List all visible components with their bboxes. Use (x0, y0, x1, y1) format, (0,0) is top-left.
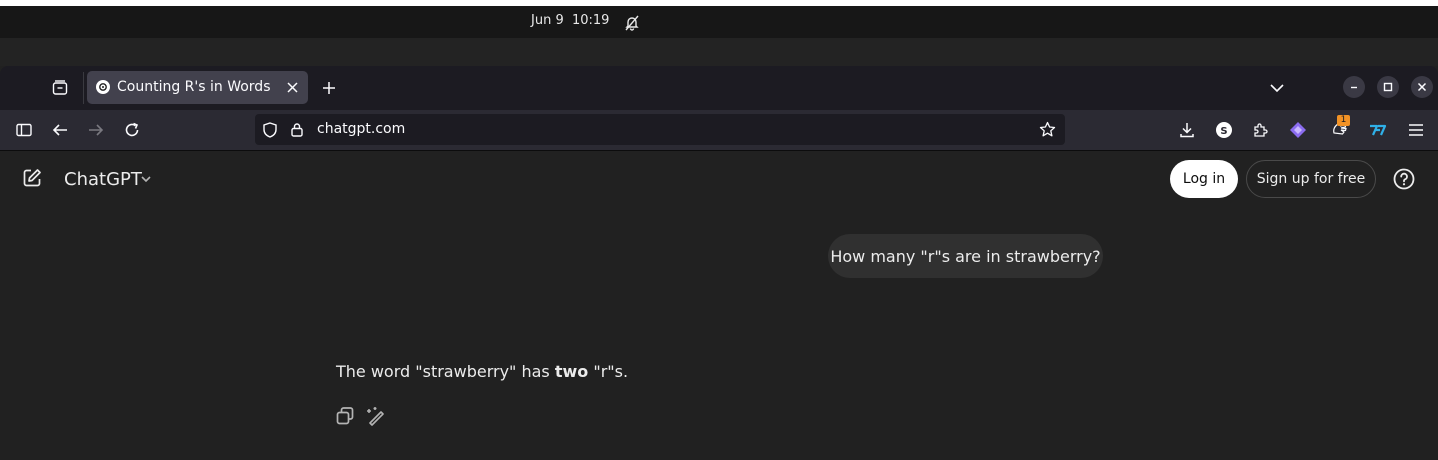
blue-logo-icon (1370, 124, 1387, 136)
arrow-right-icon (89, 124, 104, 136)
chatgpt-logo-icon (96, 80, 110, 94)
plus-icon (323, 82, 335, 94)
browser-tab-bar: Counting R's in Words (0, 66, 1438, 110)
assistant-text-suffix: "r"s. (588, 362, 629, 381)
tab-bar-separator (83, 72, 84, 104)
bell-muted-icon[interactable] (624, 15, 640, 31)
desktop-gap (0, 38, 1438, 66)
system-clock[interactable]: Jun 9 10:19 (531, 13, 609, 28)
arrow-left-icon (52, 124, 67, 136)
new-chat-icon[interactable] (22, 168, 42, 188)
tab-groups-icon (52, 80, 68, 95)
lock-icon[interactable] (291, 122, 303, 137)
maximize-button[interactable] (1377, 76, 1399, 98)
url-text[interactable]: chatgpt.com (317, 121, 405, 137)
chevron-down-icon[interactable] (140, 173, 152, 185)
download-icon (1180, 123, 1194, 138)
maximize-icon (1383, 82, 1393, 92)
forward-button[interactable] (84, 118, 108, 142)
edit-wand-icon[interactable] (366, 406, 386, 426)
tab-groups-button[interactable] (46, 74, 74, 102)
list-all-tabs-button[interactable] (1263, 74, 1291, 102)
log-in-button[interactable]: Log in (1170, 160, 1238, 198)
copy-icon[interactable] (335, 406, 355, 426)
system-top-bar: Jun 9 10:19 (0, 6, 1438, 38)
tab-close-button[interactable] (283, 78, 301, 96)
puzzle-icon (1254, 123, 1268, 137)
system-date: Jun 9 (531, 13, 564, 28)
sidebar-icon (16, 123, 32, 137)
model-selector[interactable]: ChatGPT (64, 169, 142, 190)
reload-button[interactable] (120, 118, 144, 142)
sign-up-button[interactable]: Sign up for free (1246, 160, 1376, 198)
purple-diamond-icon (1290, 122, 1306, 138)
extension-badge-button[interactable]: 1 (1326, 115, 1354, 140)
hamburger-menu-icon (1409, 124, 1423, 136)
extension-badge: 1 (1337, 115, 1350, 126)
window-close-button[interactable] (1411, 76, 1433, 98)
extensions-button[interactable] (1248, 118, 1272, 142)
app-menu-button[interactable] (1404, 118, 1428, 142)
new-tab-button[interactable] (315, 74, 343, 102)
help-icon[interactable] (1393, 168, 1415, 190)
close-icon (1417, 82, 1427, 92)
minimize-icon (1351, 86, 1357, 89)
shield-icon[interactable] (263, 122, 277, 138)
extension-s-button[interactable]: S (1212, 118, 1236, 142)
sidebar-toggle-button[interactable] (12, 118, 36, 142)
tab-counting-rs[interactable]: Counting R's in Words (87, 71, 308, 104)
user-message-bubble: How many "r"s are in strawberry? (828, 234, 1103, 278)
svg-text:S: S (1220, 126, 1227, 137)
back-button[interactable] (48, 118, 72, 142)
assistant-text-bold: two (554, 362, 589, 381)
s-circle-icon: S (1216, 122, 1232, 138)
browser-nav-bar: chatgpt.com S 1 (0, 110, 1438, 150)
star-icon[interactable] (1039, 121, 1056, 138)
extension-purple-button[interactable] (1286, 118, 1310, 142)
reload-icon (125, 122, 139, 137)
assistant-text-prefix: The word "strawberry" has (336, 362, 555, 381)
tab-title: Counting R's in Words (117, 79, 271, 95)
chatgpt-page: ChatGPT Log in Sign up for free How many… (0, 151, 1438, 460)
minimize-button[interactable] (1343, 76, 1365, 98)
downloads-button[interactable] (1175, 118, 1199, 142)
extension-blue-button[interactable] (1366, 118, 1390, 142)
system-time: 10:19 (571, 13, 610, 28)
assistant-message: The word "strawberry" has two "r"s. (336, 362, 628, 381)
close-icon (286, 81, 298, 93)
address-bar[interactable]: chatgpt.com (255, 114, 1065, 145)
chevron-down-icon (1270, 84, 1284, 93)
